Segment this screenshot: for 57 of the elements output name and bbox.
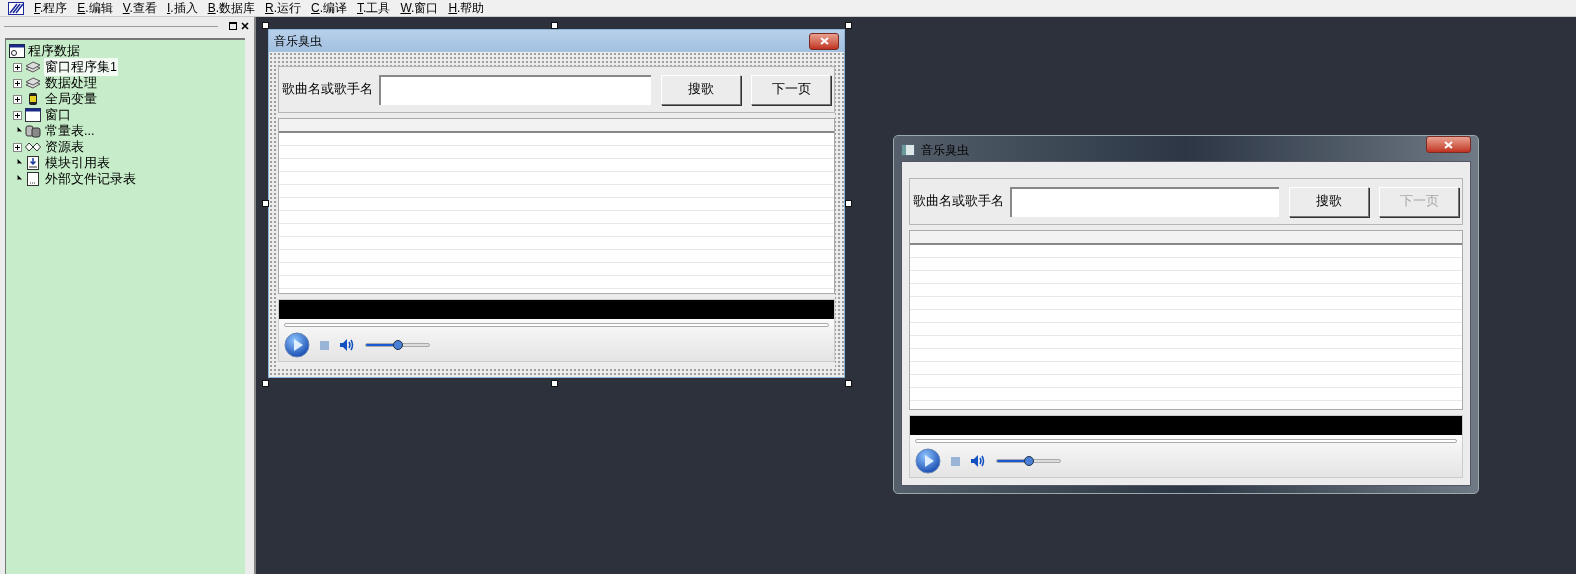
menu-item[interactable]: E.编辑	[77, 2, 113, 14]
hatched-icon	[8, 1, 24, 15]
push-button[interactable]: 搜歌	[661, 74, 741, 105]
books-icon	[25, 60, 41, 74]
play-button[interactable]	[915, 448, 941, 474]
menu-item[interactable]: I.插入	[166, 2, 198, 14]
resize-handle[interactable]	[551, 380, 558, 387]
books-icon	[25, 76, 41, 90]
slider-thumb[interactable]	[1023, 456, 1034, 466]
menu-item[interactable]: R.运行	[265, 2, 301, 14]
menu-item[interactable]: V.查看	[122, 2, 157, 14]
resize-handle[interactable]	[845, 380, 852, 387]
push-button[interactable]: 下一页	[751, 74, 831, 105]
resize-handle[interactable]	[551, 22, 558, 29]
volume-icon[interactable]	[339, 338, 355, 352]
window-title: 音乐臭虫	[921, 141, 969, 159]
resize-handle[interactable]	[845, 200, 852, 207]
expand-icon[interactable]	[13, 94, 22, 104]
restore-icon[interactable]	[228, 21, 238, 31]
volume-icon[interactable]	[970, 454, 986, 468]
diamonds-icon	[25, 140, 41, 154]
search-field[interactable]	[379, 74, 651, 105]
menu-item[interactable]: C.编译	[311, 2, 348, 14]
resize-handle[interactable]	[262, 380, 269, 387]
close-button[interactable]	[1426, 136, 1471, 153]
search-field[interactable]	[1010, 186, 1279, 217]
expand-icon[interactable]	[13, 62, 22, 72]
push-button[interactable]: 搜歌	[1289, 186, 1369, 217]
search-label: 歌曲名或歌手名	[913, 193, 1004, 211]
expand-icon[interactable]	[13, 142, 22, 152]
menu-item[interactable]: B.数据库	[207, 2, 255, 14]
play-button[interactable]	[284, 332, 310, 358]
menu-item[interactable]: W.窗口	[400, 2, 439, 14]
document-icon	[25, 172, 41, 186]
expand-icon[interactable]	[13, 110, 22, 120]
resize-handle[interactable]	[262, 200, 269, 207]
close-icon[interactable]	[240, 21, 250, 31]
close-icon	[1444, 140, 1453, 149]
import-document-icon	[25, 156, 41, 170]
app-icon	[901, 143, 915, 156]
tree-item[interactable]: 窗口程序集1	[44, 57, 118, 77]
volume-slider[interactable]	[996, 459, 1061, 463]
window-title: 音乐臭虫	[274, 33, 322, 50]
volume-slider[interactable]	[365, 343, 430, 347]
menu-item[interactable]: F.程序	[34, 2, 68, 14]
database-icon	[9, 44, 25, 58]
cylinders-icon	[25, 124, 41, 138]
expand-icon[interactable]	[13, 78, 22, 88]
search-label: 歌曲名或歌手名	[282, 81, 373, 99]
window-icon	[25, 108, 41, 122]
resize-handle[interactable]	[262, 22, 269, 29]
menu-item[interactable]: T.工具	[357, 2, 391, 14]
close-icon	[819, 37, 829, 45]
resize-handle[interactable]	[845, 22, 852, 29]
close-button[interactable]	[809, 32, 839, 50]
menu-item[interactable]: H.帮助	[448, 2, 485, 14]
slider-thumb[interactable]	[392, 340, 403, 350]
